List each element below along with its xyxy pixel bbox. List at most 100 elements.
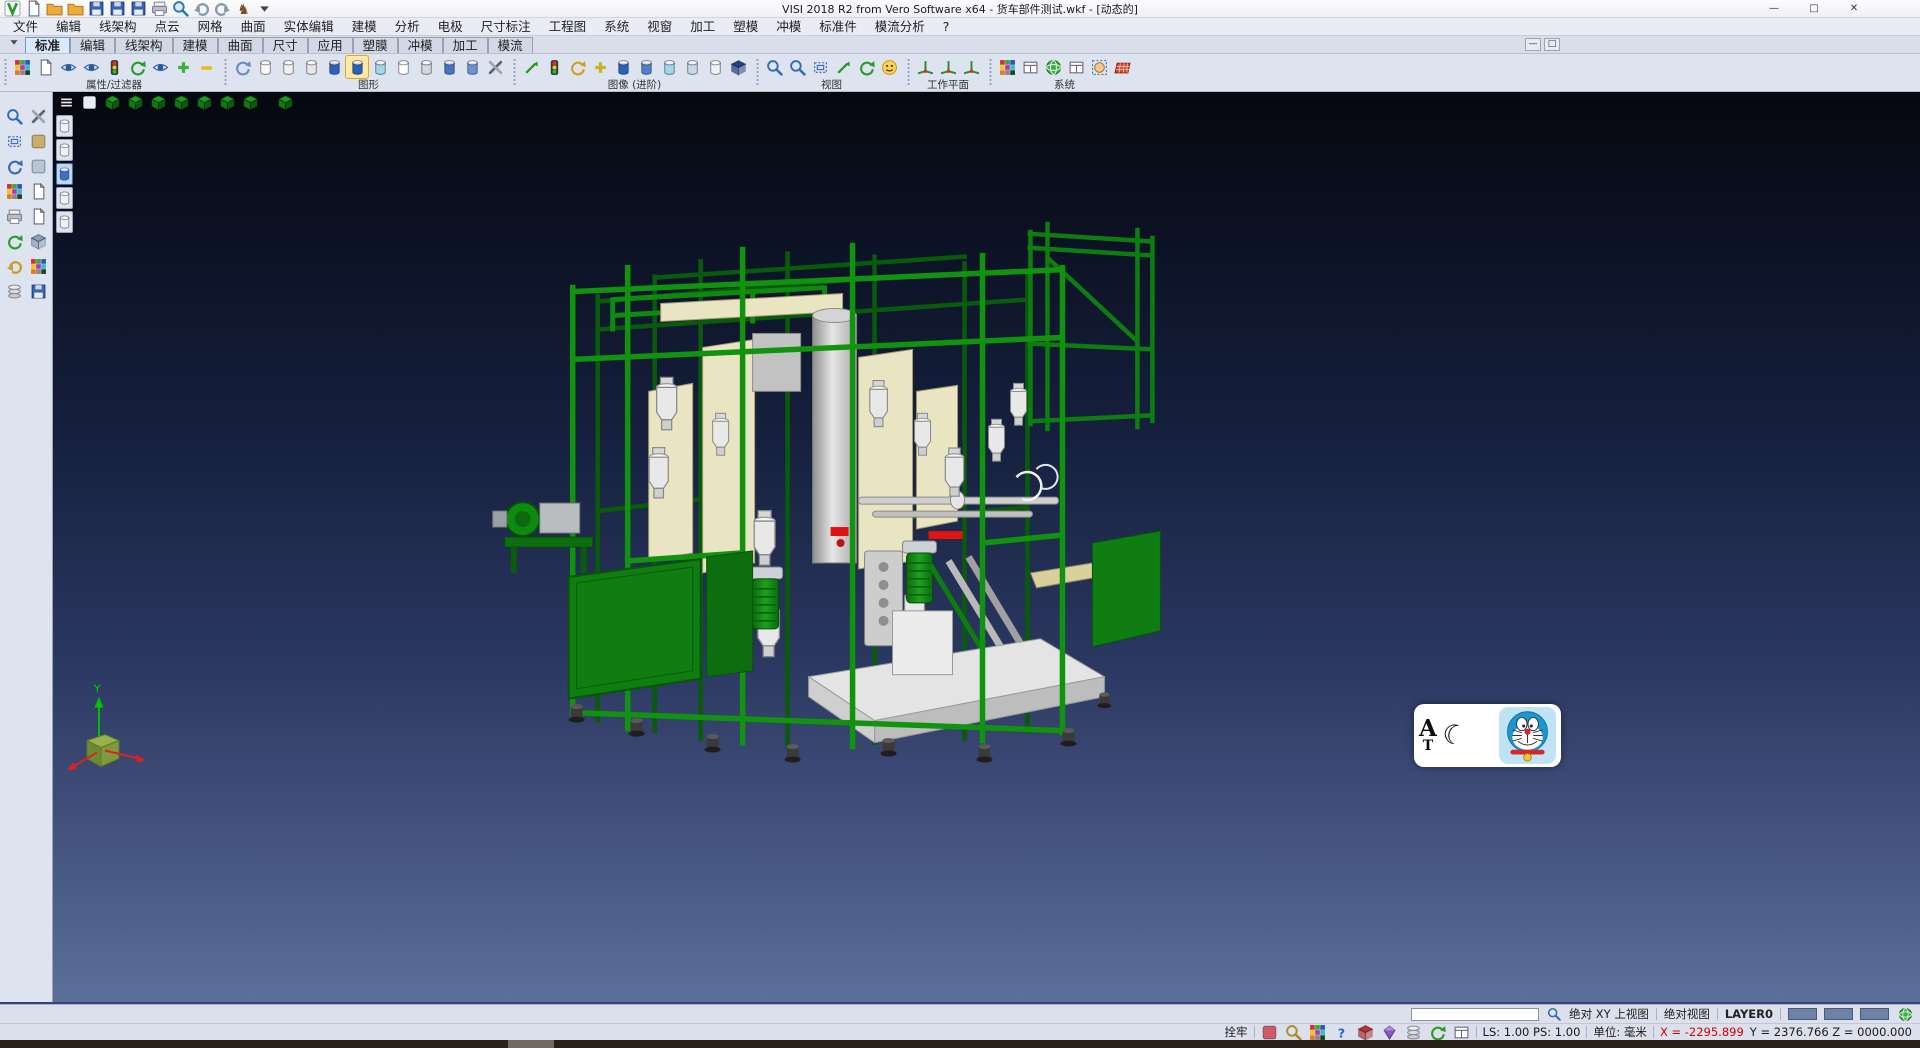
search-icon[interactable] — [1546, 1006, 1562, 1022]
zoom-window-icon[interactable] — [809, 56, 831, 78]
child-minimize-button[interactable]: — — [1525, 38, 1541, 51]
shaded-eye-icon[interactable] — [878, 56, 900, 78]
rotate-view-icon[interactable] — [1429, 1025, 1446, 1040]
refresh-graphics-icon[interactable] — [231, 56, 253, 78]
system-options-icon[interactable] — [1042, 56, 1064, 78]
child-restore-button[interactable]: □ — [1544, 38, 1560, 51]
toolbar-overflow-icon[interactable] — [254, 1, 274, 17]
snap-lock-label[interactable]: 拴牢 — [1225, 1024, 1248, 1040]
color-edit-icon[interactable] — [1309, 1025, 1326, 1040]
layer-color-swatch-2[interactable] — [1824, 1008, 1853, 1020]
view-right-icon[interactable] — [148, 94, 169, 111]
render-ghost-icon[interactable] — [704, 56, 726, 78]
copy-attributes-icon[interactable] — [34, 56, 56, 78]
snap-target-icon[interactable] — [1357, 1025, 1374, 1040]
trim-tool-icon[interactable] — [27, 106, 49, 127]
tab-7[interactable]: 塑膜 — [353, 37, 398, 53]
add-render-icon[interactable] — [520, 56, 542, 78]
view-mode-label[interactable]: 绝对 XY 上视图 — [1569, 1006, 1649, 1022]
zoom-all-icon[interactable] — [786, 56, 808, 78]
menu-item-14[interactable]: 加工 — [681, 18, 724, 36]
viewport-menu-icon[interactable] — [56, 94, 77, 111]
graphics-layer-4-button[interactable] — [56, 187, 73, 209]
color-palette-icon[interactable] — [996, 56, 1018, 78]
layer-color-swatch-1[interactable] — [1788, 1008, 1817, 1020]
toggle-render-icon[interactable] — [589, 56, 611, 78]
menu-item-9[interactable]: 电极 — [429, 18, 472, 36]
menu-item-12[interactable]: 系统 — [595, 18, 638, 36]
undo-icon[interactable] — [191, 1, 211, 17]
tab-4[interactable]: 曲面 — [218, 37, 263, 53]
layer-stack-icon[interactable] — [1405, 1025, 1422, 1040]
transparent-view-icon[interactable] — [369, 56, 391, 78]
print-part-icon[interactable] — [3, 206, 25, 227]
view-top-icon[interactable] — [102, 94, 123, 111]
menu-item-3[interactable]: 点云 — [146, 18, 189, 36]
macro-knight-icon[interactable] — [233, 1, 253, 17]
tab-2[interactable]: 线架构 — [115, 37, 173, 53]
hidden-line-view-icon[interactable] — [277, 56, 299, 78]
menu-item-2[interactable]: 线架构 — [90, 18, 146, 36]
menu-item-7[interactable]: 建模 — [343, 18, 386, 36]
show-add-icon[interactable] — [57, 56, 79, 78]
globe-icon[interactable] — [1896, 1006, 1914, 1022]
striped-view-icon[interactable] — [415, 56, 437, 78]
sketch-tool-icon[interactable] — [27, 131, 49, 152]
tab-5[interactable]: 尺寸 — [263, 37, 308, 53]
minimize-button[interactable]: — — [1754, 0, 1794, 17]
pencil-tool-icon[interactable] — [27, 156, 49, 177]
view-bottom-icon[interactable] — [217, 94, 238, 111]
view-iso-icon[interactable] — [240, 94, 261, 111]
selection-filter-icon[interactable] — [1088, 56, 1110, 78]
redo-icon[interactable] — [212, 1, 232, 17]
save-as-icon[interactable] — [107, 1, 127, 17]
window-grid-icon[interactable] — [1453, 1025, 1470, 1040]
render-copy-icon[interactable] — [681, 56, 703, 78]
menu-item-4[interactable]: 网格 — [189, 18, 232, 36]
hide-remove-icon[interactable] — [80, 56, 102, 78]
workplane-axis-icon[interactable] — [914, 56, 936, 78]
menu-item-5[interactable]: 曲面 — [232, 18, 275, 36]
shaded-mode-icon[interactable] — [79, 94, 100, 111]
maximize-button[interactable]: □ — [1794, 0, 1834, 17]
menu-item-18[interactable]: 模流分析 — [866, 18, 934, 36]
close-button[interactable]: ✕ — [1834, 0, 1874, 17]
open-icon[interactable] — [44, 1, 64, 17]
table-settings-icon[interactable] — [1065, 56, 1087, 78]
save-part-icon[interactable] — [27, 281, 49, 302]
view-front-icon[interactable] — [125, 94, 146, 111]
layer-color-swatch-3[interactable] — [1860, 1008, 1889, 1020]
save-icon[interactable] — [86, 1, 106, 17]
remove-filter-icon[interactable] — [195, 56, 217, 78]
shaded-edges-view-icon[interactable] — [346, 56, 368, 78]
render-check-icon[interactable] — [658, 56, 680, 78]
layers-tool-icon[interactable] — [3, 281, 25, 302]
workplane-face-icon[interactable] — [937, 56, 959, 78]
clipboard-tool-icon[interactable] — [27, 181, 49, 202]
export-icon[interactable] — [128, 1, 148, 17]
view-dynamic-icon[interactable] — [275, 94, 296, 111]
undo-part-icon[interactable] — [3, 256, 25, 277]
tab-9[interactable]: 加工 — [443, 37, 488, 53]
container-tool-icon[interactable] — [27, 231, 49, 252]
color-tool-icon[interactable] — [27, 256, 49, 277]
status-doc-icon[interactable] — [1261, 1025, 1278, 1040]
render-striped-icon[interactable] — [635, 56, 657, 78]
menu-item-13[interactable]: 视窗 — [638, 18, 681, 36]
refresh-render-icon[interactable] — [566, 56, 588, 78]
wireframe-view-icon[interactable] — [254, 56, 276, 78]
tab-0[interactable]: 标准 — [25, 37, 70, 53]
tab-1[interactable]: 编辑 — [70, 37, 115, 53]
outline-view-icon[interactable] — [392, 56, 414, 78]
menu-item-1[interactable]: 编辑 — [47, 18, 90, 36]
tab-3[interactable]: 建模 — [173, 37, 218, 53]
image-settings-icon[interactable] — [1019, 56, 1041, 78]
menu-item-16[interactable]: 冲模 — [767, 18, 810, 36]
refresh-view-icon[interactable] — [855, 56, 877, 78]
zoom-edit-icon[interactable] — [1285, 1025, 1302, 1040]
insert-file-icon[interactable] — [65, 1, 85, 17]
menu-item-15[interactable]: 塑模 — [724, 18, 767, 36]
shading-options-icon[interactable] — [484, 56, 506, 78]
view-back-icon[interactable] — [194, 94, 215, 111]
units-label[interactable]: 单位: 毫米 — [1593, 1024, 1647, 1040]
